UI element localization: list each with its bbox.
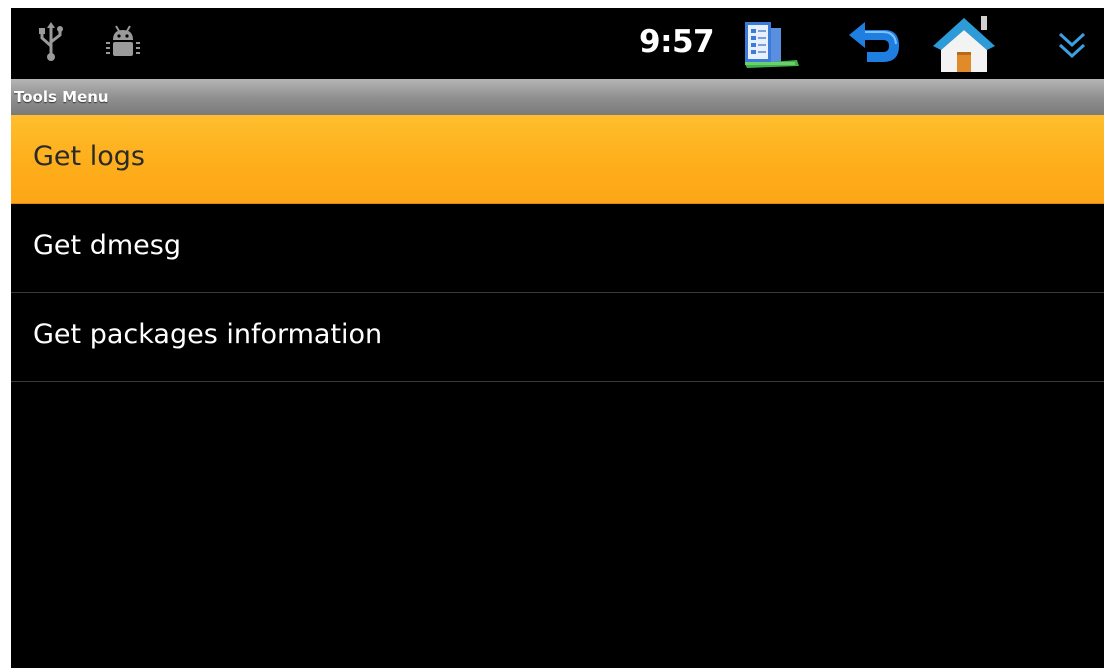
- status-bar: 9:57: [11, 8, 1104, 79]
- page-title: Tools Menu: [14, 88, 109, 106]
- device-screen: 9:57 Tools Menu Get logs Get dmesg Get p…: [11, 8, 1104, 668]
- back-icon[interactable]: [843, 20, 905, 66]
- menu-chevron-icon[interactable]: [1055, 20, 1089, 66]
- status-clock: 9:57: [639, 24, 715, 60]
- android-debug-icon: [105, 20, 141, 66]
- menu-item-label: Get packages information: [33, 319, 383, 350]
- menu-item-label: Get logs: [33, 141, 145, 172]
- menu-item-get-dmesg[interactable]: Get dmesg: [11, 204, 1104, 293]
- title-bar: Tools Menu: [11, 79, 1104, 116]
- usb-icon: [37, 20, 65, 66]
- menu-item-get-logs[interactable]: Get logs: [11, 115, 1104, 204]
- home-icon[interactable]: [931, 12, 997, 72]
- notes-app-icon[interactable]: [741, 20, 801, 68]
- menu-item-label: Get dmesg: [33, 230, 181, 261]
- menu-item-get-packages-information[interactable]: Get packages information: [11, 293, 1104, 382]
- menu-list: Get logs Get dmesg Get packages informat…: [11, 115, 1104, 382]
